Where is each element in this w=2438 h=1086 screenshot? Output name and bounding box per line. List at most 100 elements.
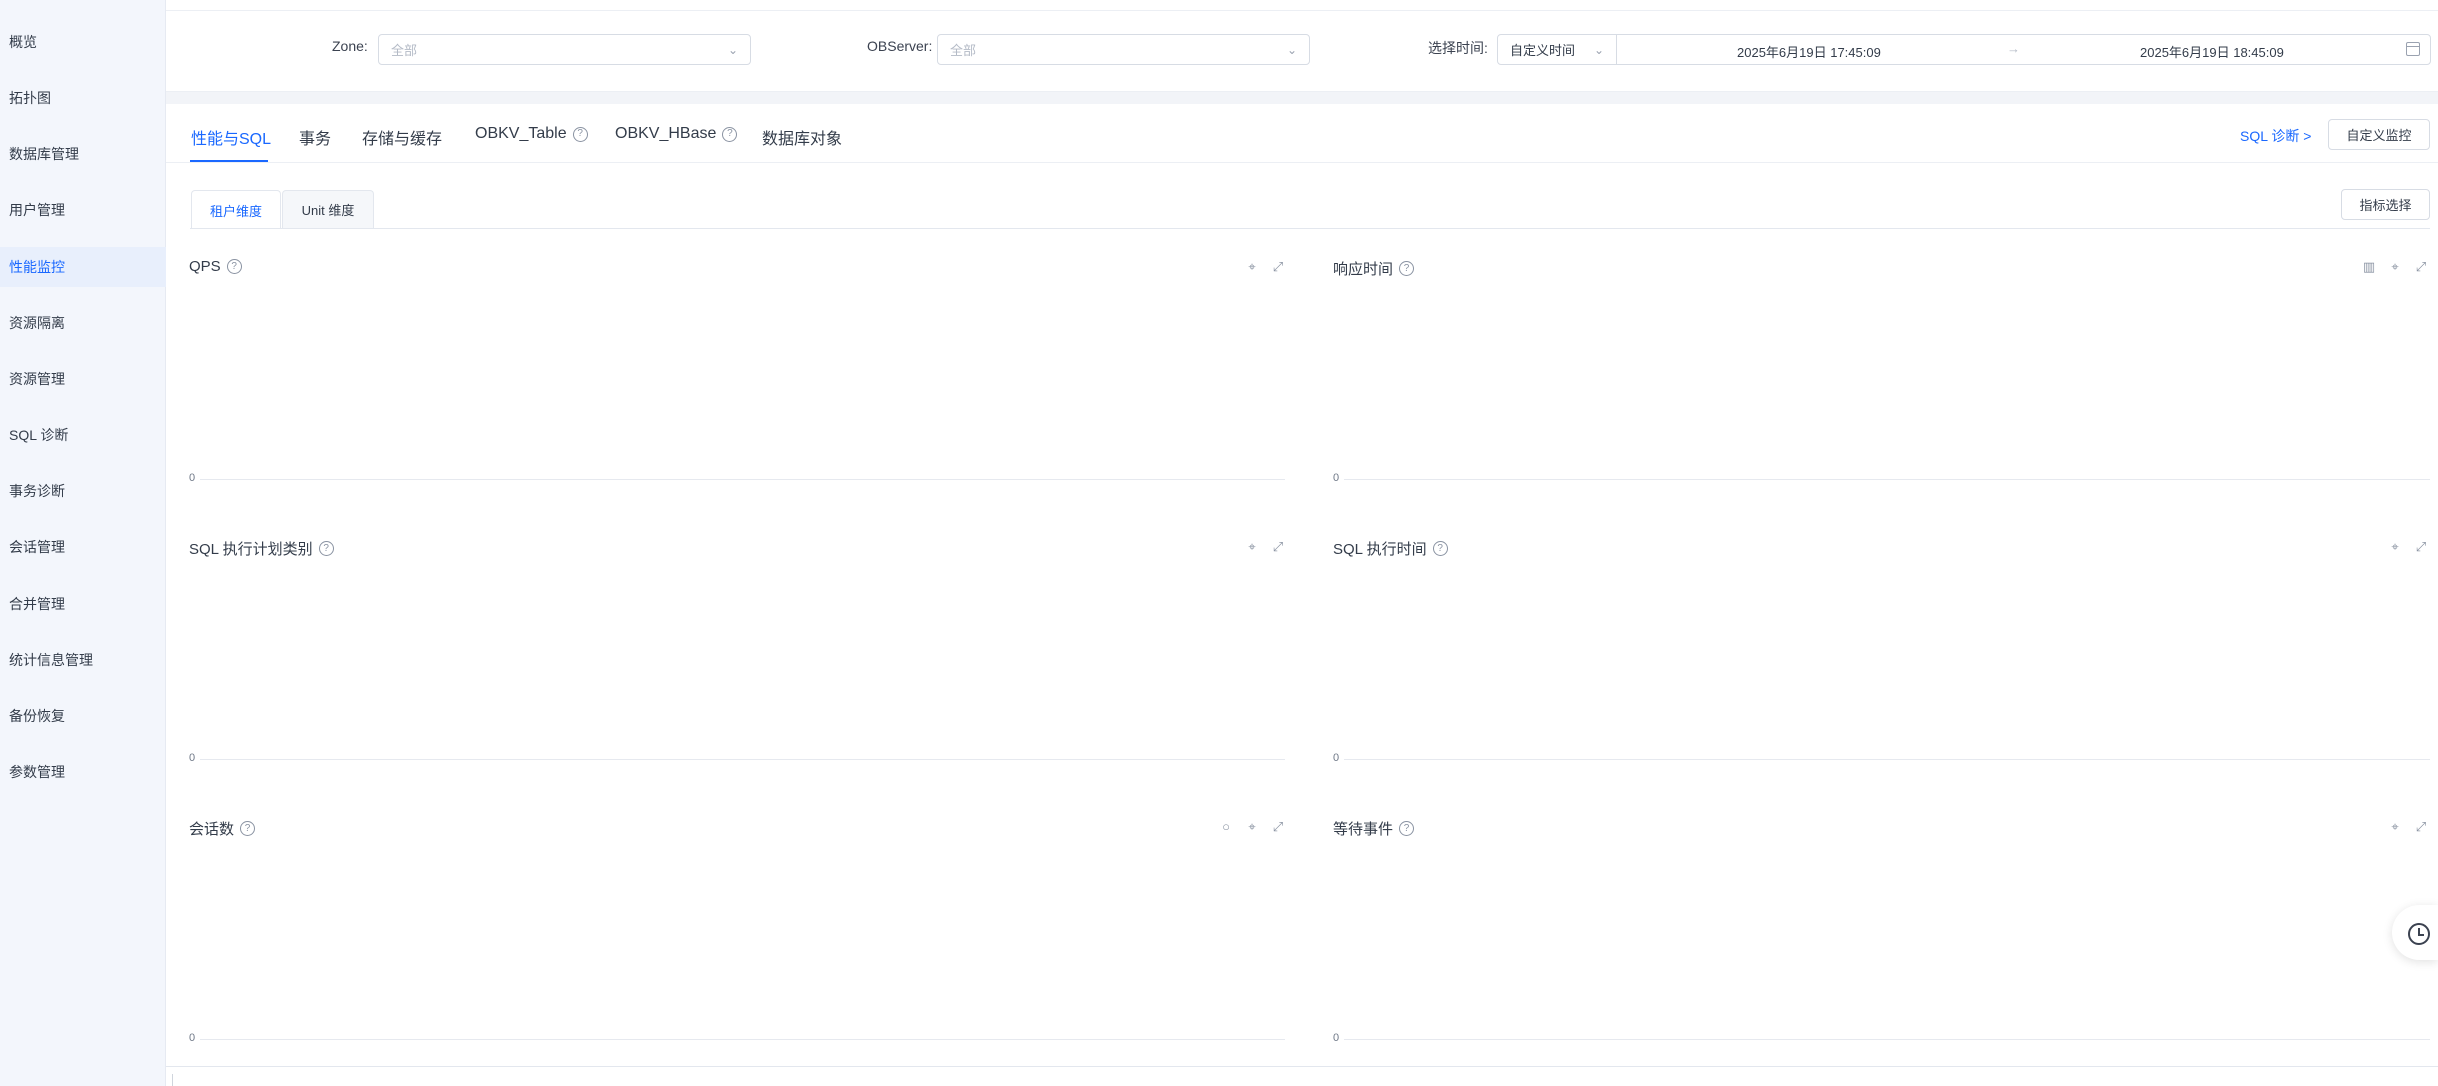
help-icon[interactable]: ? (226, 259, 242, 274)
tab-storage-cache[interactable]: 存储与缓存 (362, 125, 442, 149)
tab-database-objects[interactable]: 数据库对象 (762, 125, 842, 149)
tab-label: 存储与缓存 (362, 131, 443, 148)
sidebar-item-transaction-diagnosis[interactable]: 事务诊断 (0, 471, 166, 511)
pin-icon[interactable]: ⌖ (2388, 819, 2402, 835)
expand-icon[interactable]: ⤢ (2414, 539, 2428, 555)
sidebar: 概览 拓扑图 数据库管理 用户管理 性能监控 资源隔离 资源管理 SQL 诊断 … (0, 0, 166, 1086)
divider (190, 228, 2430, 229)
x-axis-line (1344, 479, 2430, 480)
chevron-down-icon: ⌄ (1286, 43, 1297, 57)
sidebar-item-resource-management[interactable]: 资源管理 (0, 359, 166, 399)
panel-actions: ⌖ ⤢ (2388, 539, 2428, 555)
subtab-tenant[interactable]: 租户维度 (191, 190, 281, 229)
sidebar-item-sql-diagnosis[interactable]: SQL 诊断 (0, 415, 166, 455)
sidebar-item-performance[interactable]: 性能监控 (0, 247, 166, 287)
sidebar-item-overview[interactable]: 概览 (0, 22, 166, 62)
pin-icon[interactable]: ⌖ (1245, 819, 1259, 835)
y-axis-zero: 0 (1333, 1032, 1340, 1044)
expand-icon[interactable]: ⤢ (1271, 259, 1285, 275)
time-range-picker[interactable]: 2025年6月19日 17:45:09 → 2025年6月19日 18:45:0… (1616, 34, 2431, 65)
x-axis-line (200, 479, 1285, 480)
time-range-start[interactable]: 2025年6月19日 17:45:09 (1737, 42, 1881, 61)
help-icon[interactable]: ? (1399, 821, 1415, 836)
y-axis-zero: 0 (189, 1032, 196, 1044)
x-axis-line (1344, 1039, 2430, 1040)
time-range-end[interactable]: 2025年6月19日 18:45:09 (2140, 42, 2284, 61)
expand-icon[interactable]: ⤢ (1271, 539, 1285, 555)
sidebar-item-merge[interactable]: 合并管理 (0, 584, 166, 624)
tab-label: OBKV_HBase (615, 125, 717, 142)
chart-type-icon[interactable]: ▥ (2362, 259, 2376, 275)
panel-actions: ⌖ ⤢ (2388, 819, 2428, 835)
time-label: 选择时间: (1428, 40, 1488, 56)
sql-diagnosis-link[interactable]: SQL 诊断 > (2240, 126, 2311, 146)
chevron-down-icon: ⌄ (1593, 43, 1604, 57)
panel-title-text: 响应时间 (1333, 261, 1394, 278)
metric-select-button[interactable]: 指标选择 (2341, 189, 2430, 220)
tab-obkv-hbase[interactable]: OBKV_HBase ? (615, 125, 738, 143)
help-icon[interactable]: ? (318, 541, 334, 556)
custom-monitor-button[interactable]: 自定义监控 (2328, 119, 2430, 150)
sidebar-item-backup[interactable]: 备份恢复 (0, 696, 166, 736)
panel-title-sql-plan-type: SQL 执行计划类别 ? (189, 538, 334, 559)
observer-select[interactable]: 全部 ⌄ (937, 34, 1310, 65)
x-axis-line (200, 759, 1285, 760)
help-icon[interactable]: ? (1399, 261, 1415, 276)
circle-icon[interactable]: ○ (1219, 819, 1233, 835)
panel-actions: ⌖ ⤢ (1245, 539, 1285, 555)
y-axis-zero: 0 (1333, 472, 1340, 484)
x-axis-line (200, 1039, 1285, 1040)
sidebar-item-resource-isolation[interactable]: 资源隔离 (0, 303, 166, 343)
time-type-select[interactable]: 自定义时间 ⌄ (1497, 34, 1617, 65)
panel-title-wait-events: 等待事件 ? (1333, 818, 1415, 839)
tab-label: 性能与SQL (191, 131, 272, 148)
help-icon[interactable]: ? (240, 821, 256, 836)
sidebar-item-database[interactable]: 数据库管理 (0, 134, 166, 174)
history-float-button[interactable] (2392, 905, 2438, 960)
y-axis-zero: 0 (189, 752, 196, 764)
panel-title-text: 会话数 (189, 821, 235, 838)
divider (166, 162, 2438, 163)
arrow-right-icon: → (2007, 41, 2020, 56)
tab-label: 事务 (299, 131, 332, 148)
pin-icon[interactable]: ⌖ (2388, 539, 2402, 555)
sidebar-item-sessions[interactable]: 会话管理 (0, 527, 166, 567)
panel-actions: ⌖ ⤢ (1245, 259, 1285, 275)
zone-select[interactable]: 全部 ⌄ (378, 34, 751, 65)
panel-title-qps: QPS ? (189, 258, 242, 275)
calendar-icon[interactable] (2406, 42, 2420, 56)
main-content (166, 104, 2438, 1066)
help-icon[interactable]: ? (572, 126, 588, 142)
time-type-value: 自定义时间 (1510, 43, 1576, 58)
subtab-unit[interactable]: Unit 维度 (282, 190, 374, 228)
zone-label: Zone: (332, 38, 368, 54)
expand-icon[interactable]: ⤢ (2414, 819, 2428, 835)
y-axis-zero: 0 (1333, 752, 1340, 764)
tab-label: 数据库对象 (762, 131, 843, 148)
sidebar-item-parameters[interactable]: 参数管理 (0, 752, 166, 792)
panel-title-text: SQL 执行时间 (1333, 541, 1427, 558)
pin-icon[interactable]: ⌖ (1245, 259, 1259, 275)
expand-icon[interactable]: ⤢ (2414, 259, 2428, 275)
expand-icon[interactable]: ⤢ (1271, 819, 1285, 835)
chevron-down-icon: ⌄ (727, 43, 738, 57)
pin-icon[interactable]: ⌖ (1245, 539, 1259, 555)
sidebar-item-topology[interactable]: 拓扑图 (0, 78, 166, 118)
tab-transaction[interactable]: 事务 (299, 125, 331, 149)
tab-label: OBKV_Table (475, 125, 567, 142)
help-icon[interactable]: ? (1432, 541, 1448, 556)
help-icon[interactable]: ? (722, 126, 738, 142)
zone-select-value: 全部 (391, 43, 418, 58)
y-axis-zero: 0 (189, 472, 196, 484)
tab-performance-sql[interactable]: 性能与SQL (191, 125, 271, 149)
panel-actions: ▥ ⌖ ⤢ (2362, 259, 2428, 275)
sidebar-item-statistics[interactable]: 统计信息管理 (0, 640, 166, 680)
observer-select-value: 全部 (950, 43, 977, 58)
clock-icon (2408, 923, 2430, 945)
sidebar-item-users[interactable]: 用户管理 (0, 190, 166, 230)
footer-bar (166, 1066, 2438, 1086)
panel-title-sql-exec-time: SQL 执行时间 ? (1333, 538, 1448, 559)
divider (172, 1074, 173, 1086)
tab-obkv-table[interactable]: OBKV_Table ? (475, 125, 588, 143)
pin-icon[interactable]: ⌖ (2388, 259, 2402, 275)
